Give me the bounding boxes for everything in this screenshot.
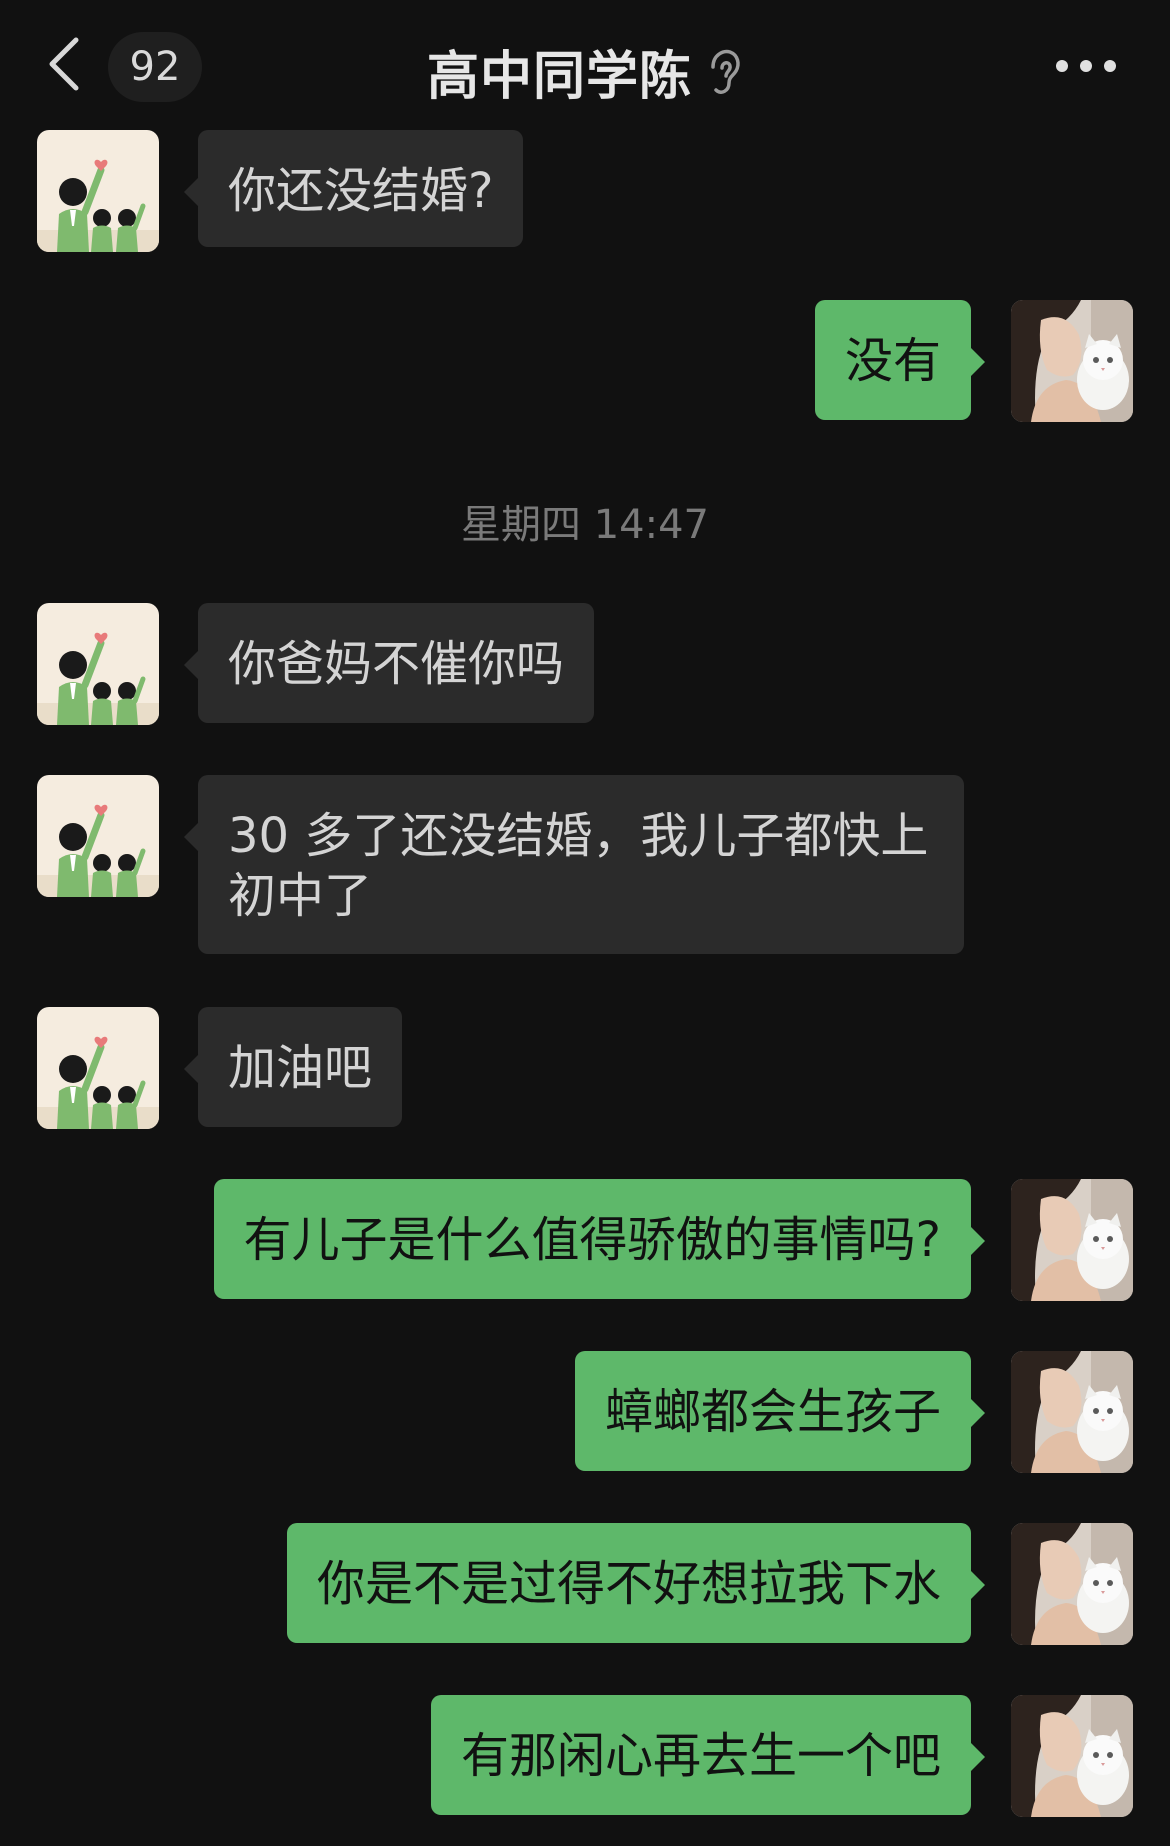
outgoing-message-bubble[interactable]: 你是不是过得不好想拉我下水 [286,1523,986,1643]
more-dots-icon [1056,60,1116,72]
outgoing-message-bubble[interactable]: 没有 [814,300,986,420]
my-avatar[interactable] [1011,1351,1133,1473]
my-avatar[interactable] [1011,1523,1133,1645]
incoming-message-bubble[interactable]: 你爸妈不催你吗 [183,603,595,723]
contact-avatar[interactable] [37,603,159,725]
outgoing-message-bubble[interactable]: 有儿子是什么值得骄傲的事情吗? [213,1179,986,1299]
my-avatar[interactable] [1011,1179,1133,1301]
my-avatar[interactable] [1011,300,1133,422]
outgoing-message-bubble[interactable]: 有那闲心再去生一个吧 [430,1695,986,1815]
chat-title: 高中同学陈 [426,47,692,107]
contact-avatar[interactable] [37,130,159,252]
more-options-button[interactable] [1054,56,1118,76]
chat-header: 92 高中同学陈 [0,0,1170,130]
title-wrap: 高中同学陈 [0,34,1170,107]
my-avatar[interactable] [1011,1695,1133,1817]
ear-icon [711,49,740,94]
incoming-message-bubble[interactable]: 加油吧 [183,1007,403,1127]
outgoing-message-bubble[interactable]: 蟑螂都会生孩子 [574,1351,986,1471]
timestamp: 星期四 14:47 [461,502,709,548]
incoming-message-bubble[interactable]: 你还没结婚? [183,130,524,247]
contact-avatar[interactable] [37,1007,159,1129]
contact-avatar[interactable] [37,775,159,897]
incoming-message-bubble[interactable]: 30 多了还没结婚，我儿子都快上初中了 [184,775,964,954]
